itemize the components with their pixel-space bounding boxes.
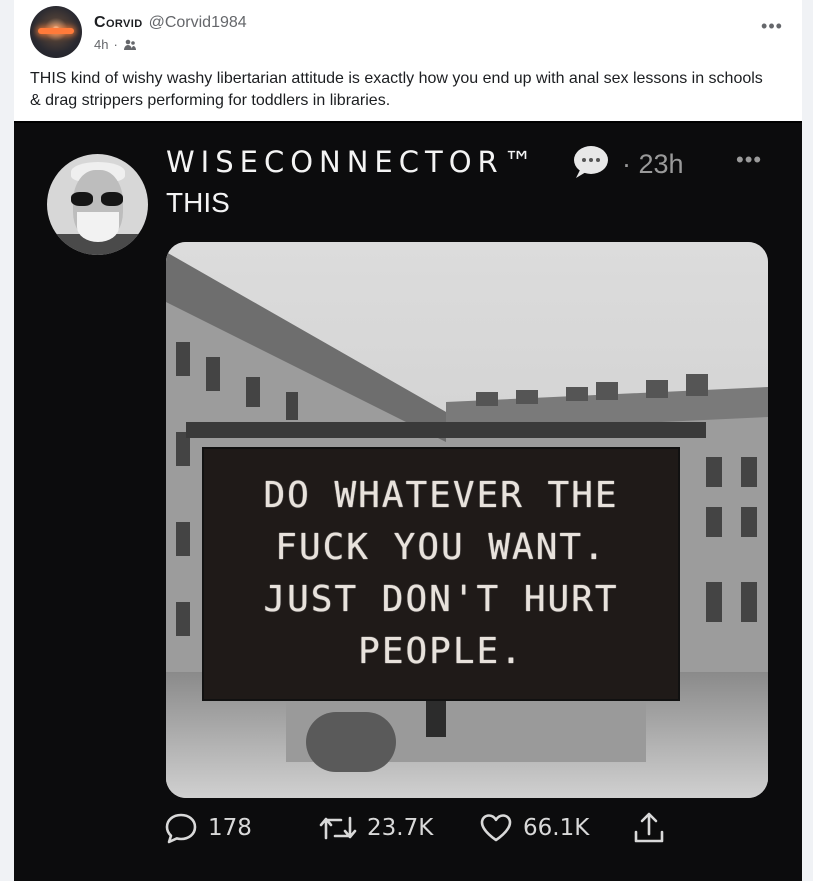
like-count: 66.1K xyxy=(523,815,590,841)
author-line: Corvid @Corvid1984 xyxy=(94,14,247,32)
like-action: 66.1K xyxy=(479,808,589,848)
tweet-more-icon: ••• xyxy=(736,147,763,172)
reply-action: 178 xyxy=(164,808,252,848)
author-avatar[interactable] xyxy=(30,6,82,58)
tweet-actions: 178 23.7K 66.1K xyxy=(164,808,684,848)
share-icon xyxy=(632,811,666,845)
retweet-count: 23.7K xyxy=(367,815,434,841)
post-text: THIS kind of wishy washy libertarian att… xyxy=(30,70,763,109)
retweet-icon xyxy=(319,812,357,844)
post-header: Corvid @Corvid1984 4h · ••• xyxy=(30,6,802,62)
retweet-action: 23.7K xyxy=(319,808,433,848)
share-action xyxy=(632,808,666,848)
friends-icon[interactable] xyxy=(123,38,137,52)
post-meta: 4h · xyxy=(94,37,137,52)
tweet-photo: DO WHATEVER THE FUCK YOU WANT. JUST DON'… xyxy=(166,242,768,798)
speech-bubble-icon xyxy=(572,145,610,179)
tweet-author-name: WISECONNECTOR™ xyxy=(166,145,539,179)
tweet-text: THIS xyxy=(166,187,230,218)
author-handle[interactable]: @Corvid1984 xyxy=(149,14,247,31)
reply-icon xyxy=(164,812,198,844)
heart-icon xyxy=(479,812,513,844)
more-options-button[interactable]: ••• xyxy=(758,12,786,40)
sign-line: JUST DON'T HURT xyxy=(263,579,619,620)
sign-line: DO WHATEVER THE xyxy=(263,475,619,516)
sign-line: FUCK YOU WANT. xyxy=(275,527,607,568)
author-name[interactable]: Corvid xyxy=(94,14,143,31)
tweet-time: · 23h xyxy=(622,149,684,179)
avatar-beard xyxy=(77,212,119,242)
led-sign: DO WHATEVER THE FUCK YOU WANT. JUST DON'… xyxy=(202,447,680,701)
sign-line: PEOPLE. xyxy=(358,631,524,672)
tweet-author-avatar xyxy=(47,154,148,255)
post-card: Corvid @Corvid1984 4h · ••• THIS kind of … xyxy=(14,0,802,881)
meta-separator: · xyxy=(113,37,118,52)
avatar-glasses xyxy=(71,192,125,206)
reply-count: 178 xyxy=(208,815,252,841)
post-time[interactable]: 4h xyxy=(94,37,108,52)
post-image[interactable]: WISECONNECTOR™ · 23h ••• THIS DO WHATEVE… xyxy=(14,121,802,881)
